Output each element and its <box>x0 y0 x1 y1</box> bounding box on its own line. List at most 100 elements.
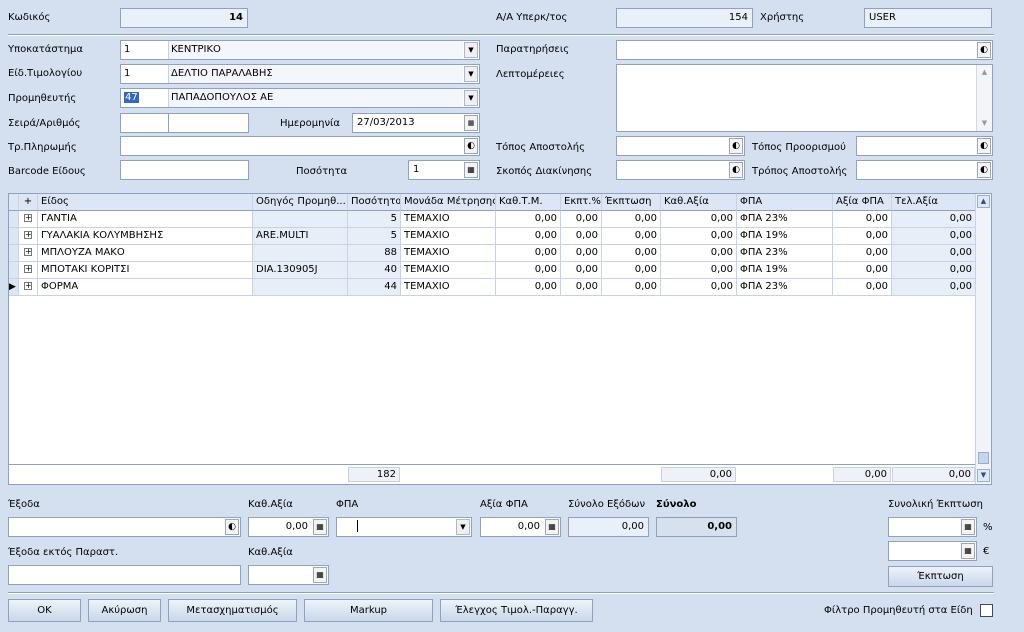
item-cell[interactable]: ΓΑΝΤΙΑ <box>38 211 253 228</box>
lightbulb-icon[interactable]: ◐ <box>729 138 743 154</box>
expand-cell[interactable]: + <box>19 245 38 262</box>
vat-cell[interactable]: ΦΠΑ 23% <box>737 211 833 228</box>
vat-cell[interactable]: ΦΠΑ 19% <box>737 228 833 245</box>
guide-cell[interactable] <box>253 211 348 228</box>
expand-cell[interactable]: + <box>19 262 38 279</box>
item-cell[interactable]: ΜΠΛΟΥΖΑ ΜΑΚΟ <box>38 245 253 262</box>
col-disc-header[interactable]: Έκπτωση <box>602 194 661 211</box>
scroll-up-icon[interactable]: ▲ <box>977 195 990 208</box>
items-grid[interactable]: + Είδος Οδηγός Προμηθ... Ποσότητα Μονάδα… <box>8 193 992 485</box>
qty-cell[interactable]: 40 <box>348 262 401 279</box>
discpct-cell[interactable]: 0,00 <box>561 211 602 228</box>
scroll-down-icon[interactable]: ▼ <box>977 469 990 482</box>
markup-button[interactable]: Markup <box>304 599 433 622</box>
payment-input[interactable]: ◐ <box>120 136 480 156</box>
col-discpct-header[interactable]: Εκπτ.% <box>561 194 602 211</box>
barcode-input[interactable] <box>120 160 249 180</box>
vat-cell[interactable]: ΦΠΑ 19% <box>737 262 833 279</box>
ship-place-input[interactable]: ◐ <box>616 136 745 156</box>
invtype-select[interactable]: 1 ΔΕΛΤΙΟ ΠΑΡΑΛΑΒΗΣ ▼ <box>120 64 480 84</box>
col-qty-header[interactable]: Ποσότητα <box>348 194 401 211</box>
vatval-cell[interactable]: 0,00 <box>833 262 892 279</box>
price-cell[interactable]: 0,00 <box>496 228 561 245</box>
guide-cell[interactable]: ARE.MULTI <box>253 228 348 245</box>
expenses-input[interactable]: ◐ <box>8 517 241 537</box>
qty-cell[interactable]: 88 <box>348 245 401 262</box>
qty-cell[interactable]: 5 <box>348 228 401 245</box>
col-price-header[interactable]: Καθ.Τ.Μ. <box>496 194 561 211</box>
discpct-cell[interactable]: 0,00 <box>561 245 602 262</box>
lightbulb-icon[interactable]: ◐ <box>977 162 991 178</box>
price-cell[interactable]: 0,00 <box>496 279 561 296</box>
disc-cell[interactable]: 0,00 <box>602 245 661 262</box>
total-cell[interactable]: 0,00 <box>892 262 976 279</box>
expand-plus-icon[interactable]: + <box>24 231 32 239</box>
vat-cell[interactable]: ΦΠΑ 23% <box>737 279 833 296</box>
disc-cell[interactable]: 0,00 <box>602 279 661 296</box>
price-cell[interactable]: 0,00 <box>496 245 561 262</box>
cancel-button[interactable]: Ακύρωση <box>88 599 161 622</box>
lightbulb-icon[interactable]: ◐ <box>729 162 743 178</box>
disc-cell[interactable]: 0,00 <box>602 228 661 245</box>
guide-cell[interactable] <box>253 245 348 262</box>
total-cell[interactable]: 0,00 <box>892 279 976 296</box>
lightbulb-icon[interactable]: ◐ <box>977 42 991 58</box>
ship-method-input[interactable]: ◐ <box>856 160 993 180</box>
dest-place-input[interactable]: ◐ <box>856 136 993 156</box>
guide-cell[interactable]: DIA.130905J <box>253 262 348 279</box>
number-input[interactable] <box>168 113 249 133</box>
lightbulb-icon[interactable]: ◐ <box>977 138 991 154</box>
unit-cell[interactable]: ΤΕΜΑΧΙΟ <box>401 279 496 296</box>
calculator-icon[interactable]: ▦ <box>313 519 327 535</box>
total-cell[interactable]: 0,00 <box>892 211 976 228</box>
series-input[interactable] <box>120 113 169 133</box>
unit-cell[interactable]: ΤΕΜΑΧΙΟ <box>401 245 496 262</box>
expand-plus-icon[interactable]: + <box>24 265 32 273</box>
grid-scrollbar[interactable]: ▲ ▼ <box>975 194 991 484</box>
col-vat-header[interactable]: ΦΠΑ <box>737 194 833 211</box>
unit-cell[interactable]: ΤΕΜΑΧΙΟ <box>401 262 496 279</box>
scroll-down-icon[interactable]: ▼ <box>978 117 991 130</box>
calculator-icon[interactable]: ▦ <box>545 519 559 535</box>
net-cell[interactable]: 0,00 <box>661 279 737 296</box>
lightbulb-icon[interactable]: ◐ <box>464 138 478 154</box>
check-invoice-button[interactable]: Έλεγχος Τιμολ.-Παραγγ. <box>440 599 593 622</box>
date-input[interactable]: 27/03/2013 ▦ <box>352 113 480 133</box>
vatval-cell[interactable]: 0,00 <box>833 245 892 262</box>
col-unit-header[interactable]: Μονάδα Μέτρησης <box>401 194 496 211</box>
disc-cell[interactable]: 0,00 <box>602 211 661 228</box>
expand-cell[interactable]: + <box>19 211 38 228</box>
outside-input[interactable] <box>8 565 241 585</box>
col-vatval-header[interactable]: Αξία ΦΠΑ <box>833 194 892 211</box>
chevron-down-icon[interactable]: ▼ <box>464 90 478 106</box>
disc-pct-input[interactable]: ▦ <box>888 517 977 537</box>
discpct-cell[interactable]: 0,00 <box>561 279 602 296</box>
item-cell[interactable]: ΓΥΑΛΑΚΙΑ ΚΟΛΥΜΒΗΣΗΣ <box>38 228 253 245</box>
price-cell[interactable]: 0,00 <box>496 211 561 228</box>
col-total-header[interactable]: Τελ.Αξία <box>892 194 976 211</box>
exp-net-input[interactable]: 0,00 ▦ <box>248 517 329 537</box>
expand-cell[interactable]: + <box>19 279 38 296</box>
details-scrollbar[interactable]: ▲ ▼ <box>976 65 992 131</box>
vat-cell[interactable]: ΦΠΑ 23% <box>737 245 833 262</box>
scroll-thumb[interactable] <box>978 452 989 464</box>
disc-cell[interactable]: 0,00 <box>602 262 661 279</box>
branch-select[interactable]: 1 ΚΕΝΤΡΙΚΟ ▼ <box>120 40 480 60</box>
col-expand-header[interactable]: + <box>19 194 38 211</box>
calendar-icon[interactable]: ▦ <box>464 115 478 131</box>
calculator-icon[interactable]: ▦ <box>313 567 327 583</box>
discount-button[interactable]: Έκπτωση <box>888 566 993 587</box>
outside-net-input[interactable]: ▦ <box>248 565 329 585</box>
scroll-up-icon[interactable]: ▲ <box>978 66 991 79</box>
net-cell[interactable]: 0,00 <box>661 262 737 279</box>
unit-cell[interactable]: ΤΕΜΑΧΙΟ <box>401 228 496 245</box>
discpct-cell[interactable]: 0,00 <box>561 228 602 245</box>
net-cell[interactable]: 0,00 <box>661 211 737 228</box>
net-cell[interactable]: 0,00 <box>661 228 737 245</box>
expand-cell[interactable]: + <box>19 228 38 245</box>
calculator-icon[interactable]: ▦ <box>961 519 975 535</box>
notes-input[interactable]: ◐ <box>616 40 993 60</box>
expand-plus-icon[interactable]: + <box>24 282 32 290</box>
expand-plus-icon[interactable]: + <box>24 248 32 256</box>
calculator-icon[interactable]: ▦ <box>464 162 478 178</box>
